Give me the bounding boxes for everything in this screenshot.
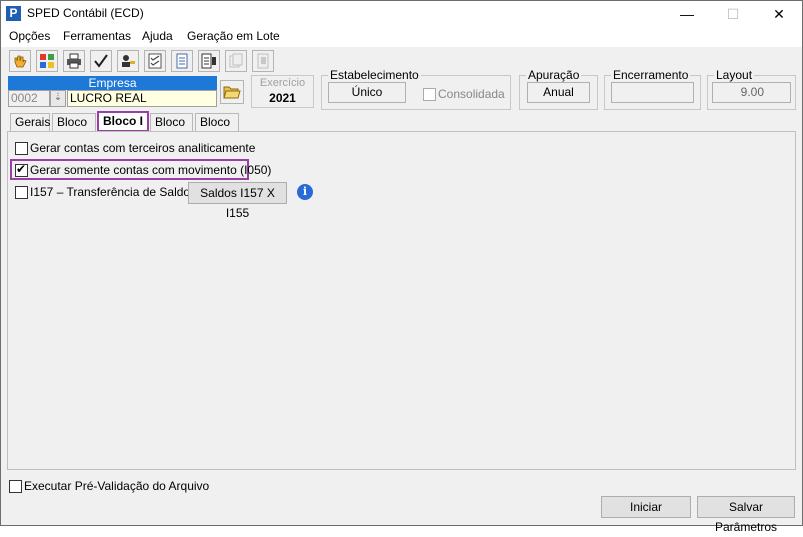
empresa-lookup-icon[interactable]: ⇣ bbox=[50, 90, 66, 107]
encerramento-label: Encerramento bbox=[611, 68, 691, 82]
printer-icon[interactable] bbox=[63, 50, 85, 72]
empresa-name-field[interactable]: LUCRO REAL bbox=[67, 90, 217, 107]
somente-contas-movimento-checkbox[interactable] bbox=[15, 162, 28, 177]
salvar-parametros-button[interactable]: Salvar Parâmetros bbox=[697, 496, 795, 534]
tab-bloco-i[interactable]: Bloco I bbox=[97, 111, 149, 132]
menu-ajuda[interactable]: Ajuda bbox=[142, 29, 173, 43]
app-logo-icon: P bbox=[6, 6, 21, 21]
info-icon[interactable]: i bbox=[297, 184, 313, 200]
menu-ferramentas[interactable]: Ferramentas bbox=[63, 29, 131, 43]
windows-icon[interactable] bbox=[36, 50, 58, 72]
empresa-header: Empresa bbox=[8, 76, 217, 90]
menu-bar: Opções Ferramentas Ajuda Geração em Lote bbox=[1, 27, 802, 47]
minimize-button[interactable]: — bbox=[664, 1, 710, 27]
apuracao-group: Apuração Anual bbox=[519, 68, 598, 110]
consolidada-label: Consolidada bbox=[438, 87, 505, 101]
document-icon[interactable] bbox=[171, 50, 193, 72]
exercicio-box: Exercício 2021 bbox=[251, 75, 314, 108]
apuracao-label: Apuração bbox=[526, 68, 582, 82]
export-icon[interactable] bbox=[198, 50, 220, 72]
menu-opcoes[interactable]: Opções bbox=[9, 29, 50, 43]
tab-gerais[interactable]: Gerais bbox=[10, 113, 50, 131]
terceiros-analiticamente-label: Gerar contas com terceiros analiticament… bbox=[30, 141, 256, 155]
layout-group: Layout 9.00 bbox=[707, 68, 796, 110]
iniciar-button[interactable]: Iniciar bbox=[601, 496, 691, 518]
checklist-icon[interactable] bbox=[144, 50, 166, 72]
main-window: P SPED Contábil (ECD) — ☐ ✕ Opções Ferra… bbox=[0, 0, 803, 534]
pre-validacao-label: Executar Pré-Validação do Arquivo bbox=[24, 479, 210, 493]
tab-bloco-k[interactable]: Bloco K bbox=[195, 113, 239, 146]
tab-bloco-j[interactable]: Bloco J bbox=[150, 113, 193, 146]
empresa-code-field[interactable]: 0002 bbox=[8, 90, 50, 107]
estabelecimento-value: Único bbox=[328, 82, 406, 103]
layout-label: Layout bbox=[714, 68, 755, 82]
layout-value: 9.00 bbox=[712, 82, 791, 103]
disabled-page-icon bbox=[252, 50, 274, 72]
i157-label: I157 – Transferência de Saldos bbox=[30, 185, 197, 199]
tab-bloco-0[interactable]: Bloco 0 bbox=[52, 113, 96, 146]
estabelecimento-group: Estabelecimento Único Consolidada bbox=[321, 68, 511, 110]
maximize-button[interactable]: ☐ bbox=[710, 1, 756, 27]
somente-contas-movimento-label: Gerar somente contas com movimento (I050… bbox=[30, 163, 272, 177]
exercicio-value: 2021 bbox=[269, 91, 296, 105]
saldos-i157-i155-button[interactable]: Saldos I157 X I155 bbox=[188, 182, 287, 220]
disabled-copy-icon bbox=[225, 50, 247, 72]
checkmark-icon[interactable] bbox=[90, 50, 112, 72]
pre-validacao-checkbox[interactable] bbox=[9, 480, 22, 493]
terceiros-analiticamente-checkbox[interactable] bbox=[15, 142, 28, 155]
bloco-i-panel: Gerar contas com terceiros analiticament… bbox=[7, 131, 796, 470]
encerramento-value bbox=[611, 82, 694, 103]
estabelecimento-label: Estabelecimento bbox=[328, 68, 421, 82]
i157-checkbox[interactable] bbox=[15, 186, 28, 199]
menu-geracao-em-lote[interactable]: Geração em Lote bbox=[187, 29, 280, 43]
title-bar: P SPED Contábil (ECD) — ☐ ✕ bbox=[1, 1, 802, 27]
hand-icon[interactable] bbox=[9, 50, 31, 72]
exercicio-label: Exercício bbox=[259, 77, 306, 89]
window-title: SPED Contábil (ECD) bbox=[27, 6, 144, 20]
consolidada-checkbox[interactable] bbox=[423, 88, 436, 101]
apuracao-value: Anual bbox=[527, 82, 590, 103]
folder-open-icon[interactable] bbox=[220, 80, 244, 104]
encerramento-group: Encerramento bbox=[604, 68, 701, 110]
user-key-icon[interactable] bbox=[117, 50, 139, 72]
close-button[interactable]: ✕ bbox=[756, 1, 802, 27]
